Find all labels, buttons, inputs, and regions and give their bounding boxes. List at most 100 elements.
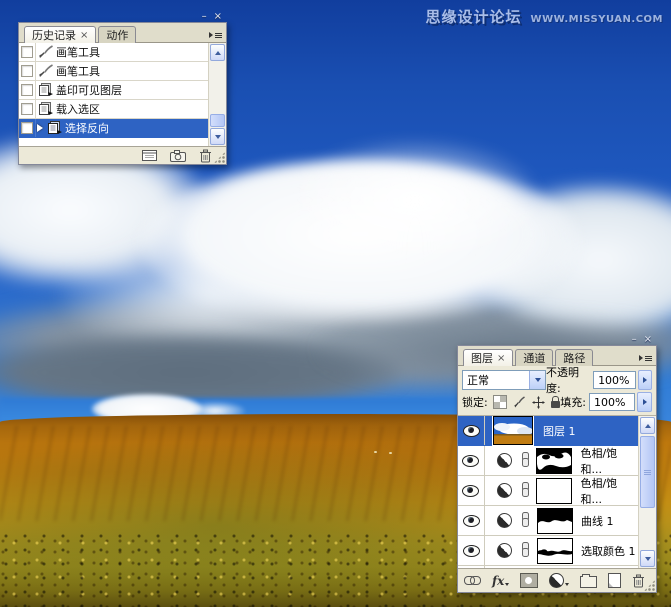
history-item-label: 载入选区 <box>56 103 100 116</box>
panel-menu-icon[interactable] <box>639 355 652 365</box>
adjustment-layer-icon[interactable] <box>496 483 512 498</box>
visibility-eye-icon[interactable] <box>462 544 480 557</box>
watermark-site-name: 思缘设计论坛 <box>425 8 522 26</box>
tab-close-icon[interactable]: × <box>80 29 88 42</box>
history-scrollbar[interactable] <box>208 43 226 146</box>
visibility-eye-icon[interactable] <box>462 454 480 467</box>
blend-mode-value: 正常 <box>467 374 489 387</box>
minimize-icon[interactable]: – <box>632 335 637 345</box>
history-state-icon <box>45 121 65 135</box>
fill-input[interactable]: 100% <box>589 393 635 411</box>
new-adjustment-layer-icon[interactable] <box>549 573 570 588</box>
layer-mask-thumbnail[interactable] <box>537 507 573 534</box>
layers-window-buttons: – × <box>632 335 652 345</box>
lock-move-icon[interactable] <box>531 395 545 409</box>
close-icon[interactable]: × <box>214 12 222 22</box>
fill-slider-icon[interactable] <box>637 392 652 412</box>
lock-label: 锁定: <box>462 396 488 409</box>
layer-mask-thumbnail[interactable] <box>536 447 573 474</box>
new-document-from-state-icon[interactable] <box>142 150 157 161</box>
add-layer-mask-icon[interactable] <box>520 573 539 588</box>
history-item[interactable]: 盖印可见图层 <box>19 81 208 100</box>
fill-label: 填充: <box>560 396 586 409</box>
scroll-up-icon[interactable] <box>210 44 225 61</box>
history-item-selected[interactable]: 选择反向 <box>19 119 208 138</box>
tab-close-icon[interactable]: × <box>497 352 505 365</box>
minimize-icon[interactable]: – <box>202 12 207 22</box>
scroll-down-icon[interactable] <box>640 550 655 567</box>
close-icon[interactable]: × <box>644 335 652 345</box>
history-state-pointer-icon[interactable] <box>37 124 43 132</box>
tab-history-label: 历史记录 <box>32 29 76 42</box>
layer-row[interactable]: 色相/饱和... <box>458 446 638 476</box>
layer-mask-thumbnail[interactable] <box>537 537 573 564</box>
history-source-checkbox[interactable] <box>21 103 33 115</box>
layer-style-fx-icon[interactable]: fx <box>492 574 510 588</box>
visibility-eye-icon[interactable] <box>462 514 480 527</box>
history-source-checkbox[interactable] <box>21 122 33 134</box>
watermark: 思缘设计论坛 WWW.MISSYUAN.COM <box>426 6 663 27</box>
tab-channels[interactable]: 通道 <box>515 349 554 366</box>
layer-name: 选取颜色 1 <box>581 544 636 558</box>
history-source-checkbox[interactable] <box>21 84 33 96</box>
layer-row[interactable]: 曲线 1 <box>458 506 638 536</box>
lock-paint-brush-icon[interactable] <box>513 395 526 409</box>
layers-panel: – × 图层 × 通道 路径 正常 不透明度: 100% 锁定: 填充: 100… <box>457 335 657 593</box>
layer-mask-thumbnail[interactable] <box>536 477 573 504</box>
history-item-label: 盖印可见图层 <box>56 84 122 97</box>
new-group-folder-icon[interactable] <box>580 574 598 588</box>
new-snapshot-camera-icon[interactable] <box>170 149 186 162</box>
watermark-url: WWW.MISSYUAN.COM <box>530 14 663 25</box>
link-mask-icon <box>521 482 530 499</box>
layer-thumbnail[interactable] <box>492 416 534 446</box>
opacity-input[interactable]: 100% <box>593 371 636 389</box>
scroll-down-icon[interactable] <box>210 128 225 145</box>
visibility-eye-icon[interactable] <box>462 484 480 497</box>
new-layer-icon[interactable] <box>608 573 622 588</box>
panel-menu-icon[interactable] <box>209 32 222 42</box>
link-layers-icon[interactable] <box>464 576 481 585</box>
history-item-label: 选择反向 <box>65 122 109 135</box>
layers-list: 图层 1 色相/饱和... 色相/饱和... 曲线 1 选取颜色 1 <box>458 416 656 568</box>
history-state-icon <box>36 83 56 97</box>
layers-bottom-bar: fx <box>458 568 656 592</box>
tab-paths-label: 路径 <box>563 352 586 365</box>
tab-actions-label: 动作 <box>106 29 129 42</box>
adjustment-layer-icon[interactable] <box>497 543 512 558</box>
history-item[interactable]: 画笔工具 <box>19 43 208 62</box>
opacity-slider-icon[interactable] <box>637 370 652 390</box>
tab-paths[interactable]: 路径 <box>555 349 594 366</box>
delete-trash-icon[interactable] <box>199 149 212 163</box>
brush-icon <box>36 64 56 78</box>
adjustment-layer-icon[interactable] <box>496 453 512 468</box>
resize-grip[interactable] <box>214 152 225 163</box>
photoshop-canvas: { "watermark": { "site": "思缘设计论坛", "url"… <box>0 0 671 607</box>
brush-icon <box>36 45 56 59</box>
tab-layers[interactable]: 图层 × <box>463 349 514 366</box>
visibility-eye-icon[interactable] <box>462 424 480 437</box>
layer-row-selected[interactable]: 图层 1 <box>458 416 638 446</box>
lock-all-icon[interactable] <box>550 396 560 408</box>
scrollbar-thumb[interactable] <box>640 436 655 508</box>
chevron-down-icon[interactable] <box>529 371 546 389</box>
layer-name: 曲线 1 <box>581 514 614 528</box>
layer-row[interactable]: 选取颜色 1 <box>458 536 638 566</box>
scroll-up-icon[interactable] <box>640 417 655 434</box>
history-source-checkbox[interactable] <box>21 65 33 77</box>
layers-tab-bar: 图层 × 通道 路径 <box>458 346 656 366</box>
layer-row[interactable]: 色相/饱和... <box>458 476 638 506</box>
scrollbar-thumb[interactable] <box>210 114 225 127</box>
history-item[interactable]: 画笔工具 <box>19 62 208 81</box>
lock-transparency-icon[interactable] <box>492 395 507 409</box>
resize-grip[interactable] <box>644 580 655 591</box>
tab-history[interactable]: 历史记录 × <box>24 26 97 43</box>
cloud-top <box>290 140 540 260</box>
history-item[interactable]: 载入选区 <box>19 100 208 119</box>
blend-mode-select[interactable]: 正常 <box>462 370 547 390</box>
delete-trash-icon[interactable] <box>632 574 645 588</box>
history-source-checkbox[interactable] <box>21 46 33 58</box>
layers-scrollbar[interactable] <box>638 416 656 568</box>
layer-name: 色相/饱和... <box>580 446 618 476</box>
tab-actions[interactable]: 动作 <box>98 26 137 43</box>
adjustment-layer-icon[interactable] <box>497 513 512 528</box>
